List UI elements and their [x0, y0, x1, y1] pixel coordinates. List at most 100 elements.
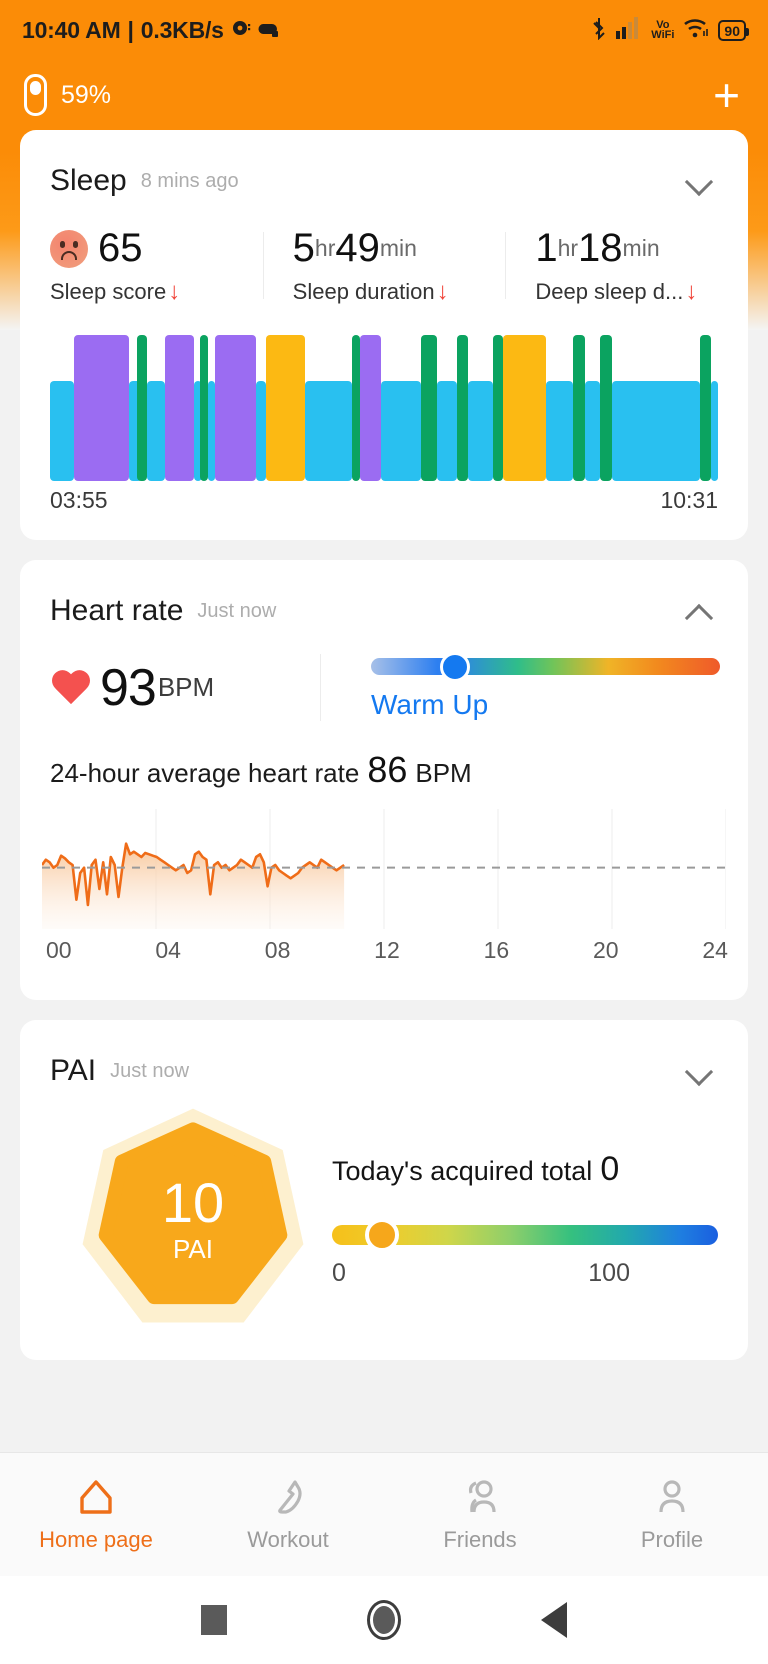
sleep-segment-deep [421, 335, 437, 481]
status-separator: | [127, 16, 134, 43]
wifi-icon [683, 17, 709, 44]
cellular-signal-icon [616, 16, 642, 44]
band-battery-indicator[interactable]: 59% [24, 74, 111, 116]
record-icon [231, 17, 251, 44]
heart-rate-value-group: 93 BPM [20, 658, 320, 718]
nav-item-profile[interactable]: Profile [576, 1477, 768, 1553]
deep-sleep-hours: 1 [535, 226, 558, 270]
heart-rate-timestamp: Just now [197, 599, 277, 622]
pai-heptagon-gauge: 10 PAI [68, 1104, 318, 1334]
status-bar-left: 10:40 AM | 0.3KB/s [22, 17, 280, 44]
status-bar-right: Vo WiFi 90 [591, 16, 749, 45]
recents-square-icon[interactable] [201, 1605, 227, 1635]
sleep-segment-light [256, 381, 267, 481]
trend-down-icon: ↓ [168, 278, 181, 305]
volte-wifi-icon: Vo WiFi [651, 19, 675, 41]
sleep-stages-chart[interactable] [50, 335, 718, 481]
nav-item-friends[interactable]: Friends [384, 1477, 576, 1553]
person-icon [659, 1479, 685, 1512]
sad-face-icon [50, 229, 88, 268]
hr-axis-tick: 24 [702, 937, 728, 963]
heart-rate-current-row: 93 BPM Warm Up [20, 634, 748, 721]
nav-item-workout[interactable]: Workout [192, 1477, 384, 1553]
heart-rate-24h-chart[interactable] [40, 809, 727, 929]
back-triangle-icon[interactable] [541, 1602, 567, 1638]
avg-heart-rate-unit: BPM [415, 758, 472, 788]
heart-rate-area [42, 843, 345, 929]
system-navigation-bar [0, 1576, 768, 1664]
sleep-segment-rem [359, 335, 382, 481]
sleep-segment-awake [502, 335, 547, 481]
sleep-axis-start: 03:55 [50, 487, 108, 513]
heart-rate-bpm: 93 [100, 658, 157, 717]
heart-rate-line-svg [40, 809, 727, 929]
heart-rate-card[interactable]: Heart rate Just now 93 BPM Warm Up 24-ho… [20, 560, 748, 1000]
sleep-segment-deep [456, 335, 469, 481]
sleep-duration-label: Sleep duration [292, 279, 435, 304]
heart-rate-zone-label: Warm Up [371, 689, 489, 720]
pai-score-label: PAI [173, 1234, 213, 1264]
battery-icon: 90 [718, 19, 749, 41]
sleep-segment-rem [74, 335, 130, 481]
pai-scale-labels: 0 100 [332, 1259, 718, 1288]
deep-sleep-minutes-unit: min [622, 235, 660, 261]
sleep-duration-minutes: 49 [335, 226, 380, 270]
sleep-timestamp: 8 mins ago [140, 169, 239, 192]
pai-scale-min: 0 [332, 1259, 346, 1287]
zone-slider-thumb[interactable] [439, 651, 470, 682]
heart-rate-zone-slider[interactable] [371, 651, 720, 682]
heart-rate-bpm-unit: BPM [157, 672, 215, 702]
sleep-segment-light [305, 381, 352, 481]
heart-rate-chart-axis: 00 04 08 12 16 20 24 [20, 929, 748, 964]
home-circle-icon[interactable] [367, 1600, 401, 1640]
sleep-segment-light [381, 381, 422, 481]
sleep-segment-light [546, 381, 574, 481]
pai-progress-slider[interactable] [332, 1218, 718, 1252]
sleep-segment-awake [266, 335, 306, 481]
pai-timestamp: Just now [110, 1059, 190, 1082]
avg-heart-rate-row: 24-hour average heart rate 86 BPM [20, 721, 748, 791]
trend-down-icon: ↓ [436, 278, 449, 305]
sleep-title: Sleep [50, 164, 127, 197]
chevron-down-icon[interactable] [684, 1054, 718, 1088]
nav-item-home[interactable]: Home page [0, 1477, 192, 1553]
heart-rate-title: Heart rate [50, 594, 184, 627]
nav-label-home: Home page [39, 1526, 153, 1552]
sleep-card-header: Sleep 8 mins ago [20, 130, 748, 204]
status-netspeed: 0.3KB/s [140, 16, 224, 43]
sleep-segment-deep [351, 335, 360, 481]
band-battery-label: 59% [61, 80, 112, 109]
pai-today-total-row: Today's acquired total 0 [332, 1150, 718, 1189]
deep-sleep-label: Deep sleep d... [535, 279, 684, 304]
hr-axis-tick: 08 [264, 937, 291, 963]
sleep-card[interactable]: Sleep 8 mins ago 65 Sleep score ↓ 5 hr 4… [20, 130, 748, 540]
app-screen: 10:40 AM | 0.3KB/s Vo WiFi 90 59% + Slee… [0, 0, 768, 1664]
sleep-segment-light [207, 381, 215, 481]
chevron-down-icon[interactable] [684, 164, 718, 198]
sleep-score-stat: 65 Sleep score ↓ [20, 226, 263, 305]
hr-axis-tick: 00 [46, 937, 72, 963]
bluetooth-icon [591, 16, 607, 45]
sleep-duration-minutes-unit: min [379, 235, 417, 261]
chevron-up-icon[interactable] [684, 594, 718, 628]
pai-title: PAI [50, 1054, 97, 1087]
deep-sleep-minutes: 18 [578, 226, 623, 270]
pai-card[interactable]: PAI Just now 10 PAI Today's acquired tot… [20, 1020, 748, 1360]
friends-icon [468, 1479, 496, 1512]
hr-axis-tick: 20 [592, 937, 619, 963]
sleep-segment-light [146, 381, 165, 481]
sleep-score-value: 65 [98, 226, 143, 270]
heart-rate-card-header: Heart rate Just now [20, 560, 748, 634]
sleep-segment-light [711, 381, 718, 481]
status-time: 10:40 AM [22, 16, 121, 43]
heart-icon [50, 669, 92, 707]
sleep-segment-deep [199, 335, 208, 481]
sleep-segment-light [468, 381, 493, 481]
sleep-axis-end: 10:31 [660, 487, 718, 513]
hr-axis-tick: 12 [374, 937, 400, 963]
sleep-chart-axis: 03:55 10:31 [20, 481, 748, 514]
pai-score-value: 10 [161, 1171, 225, 1234]
add-button[interactable]: + [709, 72, 744, 118]
pai-slider-thumb[interactable] [365, 1218, 400, 1252]
bottom-navigation-bar: Home page Workout Friends Profile [0, 1452, 768, 1576]
